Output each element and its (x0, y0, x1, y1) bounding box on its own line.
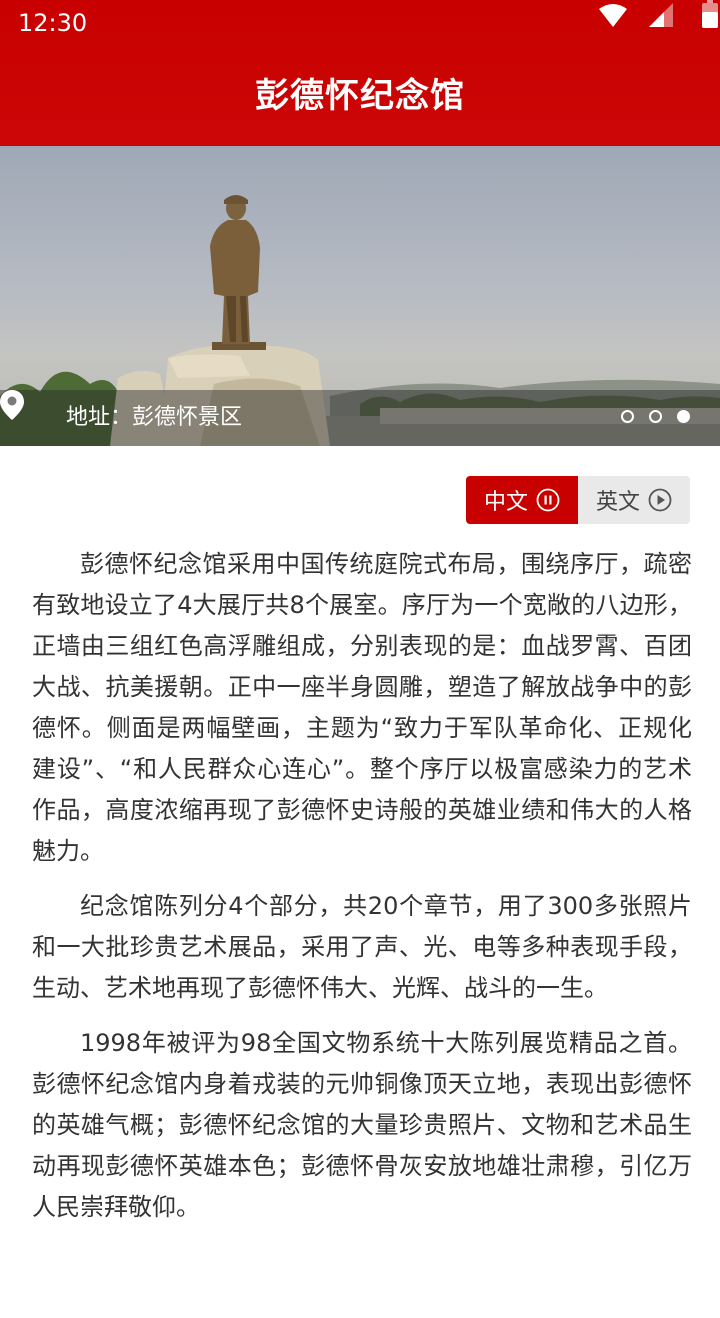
app-header: 12:30 彭德怀纪念馆 (0, 0, 720, 146)
pause-icon (536, 488, 560, 512)
article-paragraph: 1998年被评为98全国文物系统十大陈列展览精品之首。彭德怀纪念馆内身着戎装的元… (32, 1029, 692, 1221)
carousel-dot[interactable] (620, 410, 634, 423)
carousel-indicator (611, 410, 690, 424)
hero-carousel[interactable]: 地址：彭德怀景区 (0, 146, 720, 446)
article-paragraph: 纪念馆陈列分4个部分，共20个章节，用了300多张照片和一大批珍贵艺术展品，采用… (32, 892, 692, 1002)
carousel-dot-active[interactable] (677, 410, 690, 423)
chinese-label: 中文 (483, 490, 528, 515)
page-title: 彭德怀纪念馆 (255, 76, 465, 116)
carousel-dot[interactable] (648, 410, 662, 423)
english-label: 英文 (595, 490, 640, 515)
article-body: 彭德怀纪念馆采用中国传统庭院式布局，围绕序厅，疏密有致地设立了4大展厅共8个展室… (32, 544, 692, 1242)
language-toggle: 中文 英文 (466, 476, 690, 524)
chinese-audio-button[interactable]: 中文 (466, 476, 578, 524)
signal-icon (649, 3, 673, 27)
status-time: 12:30 (18, 9, 88, 37)
hero-address: 地址：彭德怀景区 (66, 405, 243, 430)
battery-icon (702, 0, 718, 28)
english-audio-button[interactable]: 英文 (578, 476, 690, 524)
status-bar: 12:30 (0, 0, 720, 48)
location-pin-icon (0, 390, 24, 420)
play-icon (648, 488, 672, 512)
hero-caption: 地址：彭德怀景区 (0, 390, 720, 446)
wifi-icon (599, 4, 627, 27)
article-paragraph: 彭德怀纪念馆采用中国传统庭院式布局，围绕序厅，疏密有致地设立了4大展厅共8个展室… (32, 550, 692, 865)
